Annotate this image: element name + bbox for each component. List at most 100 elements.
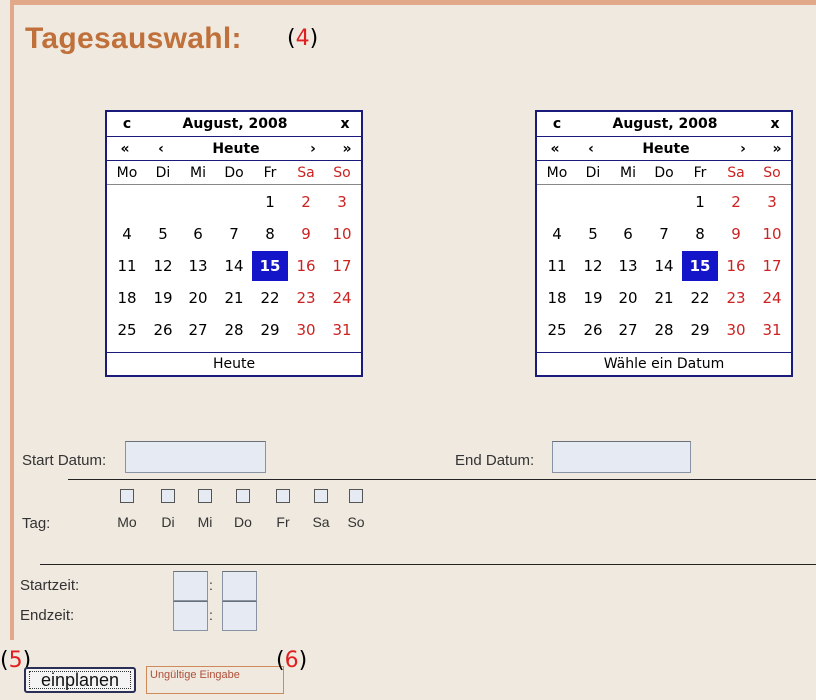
weekday-fr: Fr (263, 165, 277, 181)
prev-month-button[interactable]: ‹ (149, 137, 173, 161)
day-23[interactable]: 23 (718, 283, 754, 313)
day-26[interactable]: 26 (145, 315, 181, 345)
day-9[interactable]: 9 (288, 219, 324, 249)
day-18[interactable]: 18 (109, 283, 145, 313)
divider-2 (40, 564, 816, 565)
close-button[interactable]: x (763, 112, 787, 136)
day-16[interactable]: 16 (288, 251, 324, 281)
day-14[interactable]: 14 (646, 251, 682, 281)
close-button[interactable]: x (333, 112, 357, 136)
day-26[interactable]: 26 (575, 315, 611, 345)
checkbox-fr[interactable] (276, 489, 290, 503)
day-21[interactable]: 21 (216, 283, 252, 313)
today-button[interactable]: Heute (621, 137, 711, 161)
end-hour-input[interactable] (173, 601, 208, 631)
checkbox-mo[interactable] (120, 489, 134, 503)
day-22[interactable]: 22 (682, 283, 718, 313)
prev-month-button[interactable]: ‹ (579, 137, 603, 161)
day-31[interactable]: 31 (324, 315, 360, 345)
day-3[interactable]: 3 (324, 187, 360, 217)
checkbox-sa[interactable] (314, 489, 328, 503)
end-minute-input[interactable] (222, 601, 257, 631)
day-12[interactable]: 12 (575, 251, 611, 281)
next-year-button[interactable]: » (335, 137, 359, 161)
day-15[interactable]: 15 (682, 251, 718, 281)
checkbox-di[interactable] (161, 489, 175, 503)
prev-year-button[interactable]: « (113, 137, 137, 161)
day-31[interactable]: 31 (754, 315, 790, 345)
start-date-label: Start Datum: (22, 452, 107, 469)
day-7[interactable]: 7 (646, 219, 682, 249)
next-month-button[interactable]: › (301, 137, 325, 161)
day-5[interactable]: 5 (145, 219, 181, 249)
day-14[interactable]: 14 (216, 251, 252, 281)
day-20[interactable]: 20 (180, 283, 216, 313)
day-23[interactable]: 23 (288, 283, 324, 313)
day-12[interactable]: 12 (145, 251, 181, 281)
day-28[interactable]: 28 (216, 315, 252, 345)
day-21[interactable]: 21 (646, 283, 682, 313)
prev-year-button[interactable]: « (543, 137, 567, 161)
day-29[interactable]: 29 (682, 315, 718, 345)
day-9[interactable]: 9 (718, 219, 754, 249)
day-15[interactable]: 15 (252, 251, 288, 281)
day-25[interactable]: 25 (109, 315, 145, 345)
day-10[interactable]: 10 (754, 219, 790, 249)
day-2[interactable]: 2 (288, 187, 324, 217)
checkbox-do[interactable] (236, 489, 250, 503)
day-27[interactable]: 27 (180, 315, 216, 345)
day-18[interactable]: 18 (539, 283, 575, 313)
today-button[interactable]: Heute (191, 137, 281, 161)
day-17[interactable]: 17 (754, 251, 790, 281)
day-17[interactable]: 17 (324, 251, 360, 281)
day-24[interactable]: 24 (754, 283, 790, 313)
next-year-button[interactable]: » (765, 137, 789, 161)
clear-button[interactable]: c (115, 112, 139, 136)
day-6[interactable]: 6 (180, 219, 216, 249)
start-hour-input[interactable] (173, 571, 208, 601)
clear-button[interactable]: c (545, 112, 569, 136)
day-2[interactable]: 2 (718, 187, 754, 217)
day-1[interactable]: 1 (682, 187, 718, 217)
schedule-button[interactable]: einplanen (24, 667, 136, 693)
day-13[interactable]: 13 (610, 251, 646, 281)
day-13[interactable]: 13 (180, 251, 216, 281)
next-month-button[interactable]: › (731, 137, 755, 161)
day-16[interactable]: 16 (718, 251, 754, 281)
day-4[interactable]: 4 (539, 219, 575, 249)
day-10[interactable]: 10 (324, 219, 360, 249)
calendar-footer: Heute (107, 352, 361, 375)
day-1[interactable]: 1 (252, 187, 288, 217)
day-24[interactable]: 24 (324, 283, 360, 313)
day-30[interactable]: 30 (288, 315, 324, 345)
day-8[interactable]: 8 (682, 219, 718, 249)
checkbox-so[interactable] (349, 489, 363, 503)
day-25[interactable]: 25 (539, 315, 575, 345)
checkbox-mi[interactable] (198, 489, 212, 503)
start-date-input[interactable] (125, 441, 266, 473)
page-title: Tagesauswahl: (25, 22, 242, 55)
day-7[interactable]: 7 (216, 219, 252, 249)
day-29[interactable]: 29 (252, 315, 288, 345)
day-27[interactable]: 27 (610, 315, 646, 345)
button-focus-ring (29, 671, 131, 689)
day-28[interactable]: 28 (646, 315, 682, 345)
day-5[interactable]: 5 (575, 219, 611, 249)
day-11[interactable]: 11 (539, 251, 575, 281)
day-11[interactable]: 11 (109, 251, 145, 281)
error-message-text: Ungültige Eingabe (150, 669, 240, 681)
day-19[interactable]: 19 (575, 283, 611, 313)
day-3[interactable]: 3 (754, 187, 790, 217)
day-6[interactable]: 6 (610, 219, 646, 249)
weekday-di: Di (155, 165, 171, 181)
day-20[interactable]: 20 (610, 283, 646, 313)
day-4[interactable]: 4 (109, 219, 145, 249)
day-30[interactable]: 30 (718, 315, 754, 345)
weekday-mi: Mi (620, 165, 636, 181)
day-22[interactable]: 22 (252, 283, 288, 313)
end-date-input[interactable] (552, 441, 691, 473)
day-19[interactable]: 19 (145, 283, 181, 313)
day-8[interactable]: 8 (252, 219, 288, 249)
day-grid: 1 2 3 4 5 6 7 8 9 10 11 12 13 14 15 16 17 18 19 20 21 22 23 24 2… (537, 187, 791, 347)
start-minute-input[interactable] (222, 571, 257, 601)
